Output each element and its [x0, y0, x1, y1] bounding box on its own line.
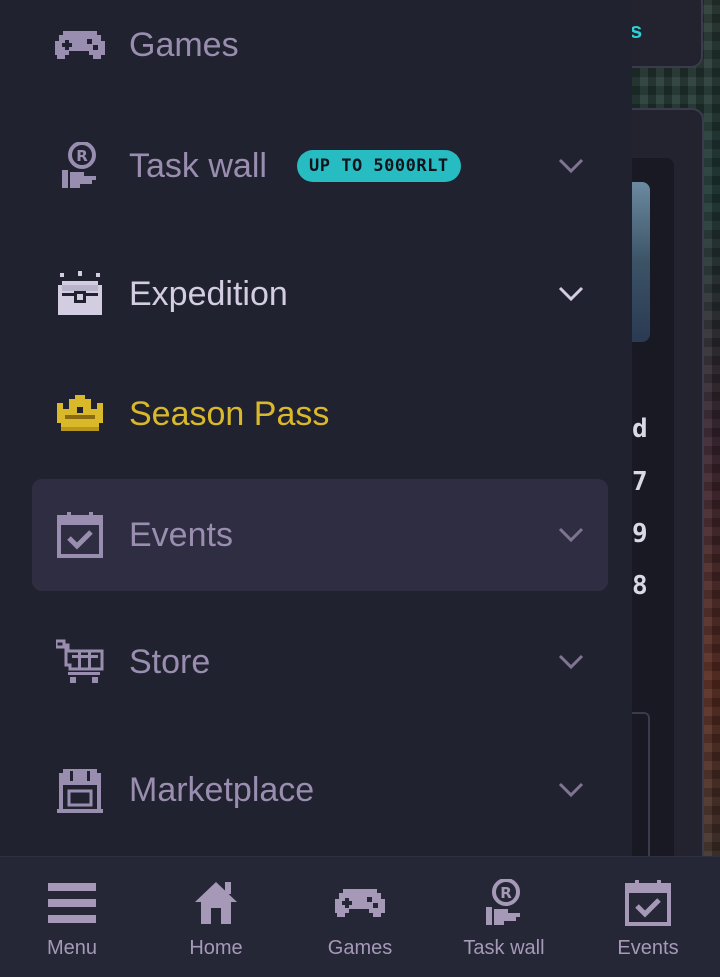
drawer-item-label: Events	[129, 515, 233, 554]
drawer-item-events[interactable]: Events	[32, 479, 608, 591]
drawer-item-games[interactable]: Games	[32, 0, 608, 101]
drawer-item-label: Store	[129, 642, 211, 681]
drawer-item-label: Marketplace	[129, 770, 315, 809]
drawer-item-expedition[interactable]: Expedition	[32, 238, 608, 350]
background-text: 9	[632, 519, 648, 549]
crown-icon	[54, 388, 106, 440]
navigation-drawer: Games R Task wall UP TO 5000RLT Expediti…	[0, 0, 632, 856]
chevron-down-icon	[556, 647, 586, 677]
drawer-item-label: Games	[129, 25, 239, 64]
bottom-nav-task-wall[interactable]: R Task wall	[432, 857, 576, 977]
bottom-nav-label: Home	[189, 937, 243, 959]
drawer-item-season-pass[interactable]: Season Pass	[32, 358, 608, 470]
bottom-nav-home[interactable]: Home	[144, 857, 288, 977]
drawer-item-store[interactable]: Store	[32, 606, 608, 718]
bottom-nav-label: Menu	[46, 937, 98, 959]
chest-icon	[54, 268, 106, 320]
calendar-check-icon	[622, 877, 674, 929]
coin-hand-icon: R	[54, 140, 106, 192]
chevron-down-icon	[556, 151, 586, 181]
bottom-nav-label: Games	[327, 937, 393, 959]
shop-icon	[54, 764, 106, 816]
background-text: d	[632, 414, 648, 444]
chevron-down-icon	[556, 520, 586, 550]
bottom-nav-events[interactable]: Events	[576, 857, 720, 977]
background-text: 7	[632, 467, 648, 497]
bottom-nav-label: Task wall	[463, 937, 545, 959]
chevron-down-icon	[556, 279, 586, 309]
bottom-nav-label: Events	[617, 937, 679, 959]
drawer-item-marketplace[interactable]: Marketplace	[32, 734, 608, 846]
drawer-item-label: Season Pass	[129, 394, 330, 433]
calendar-check-icon	[54, 509, 106, 561]
reward-badge: UP TO 5000RLT	[297, 150, 461, 182]
bottom-nav-bar: Menu Home Games R Task wall Events	[0, 856, 720, 977]
drawer-item-task-wall[interactable]: R Task wall UP TO 5000RLT	[32, 110, 608, 222]
chevron-down-icon	[556, 775, 586, 805]
bottom-nav-games[interactable]: Games	[288, 857, 432, 977]
bottom-nav-menu[interactable]: Menu	[0, 857, 144, 977]
drawer-item-label: Task wall	[129, 146, 267, 185]
house-icon	[190, 877, 242, 929]
hamburger-icon	[46, 877, 98, 929]
coin-hand-icon: R	[478, 877, 530, 929]
gamepad-icon	[334, 877, 386, 929]
svg-text:R: R	[500, 884, 512, 902]
background-text: 8	[632, 571, 648, 601]
svg-text:R: R	[76, 147, 88, 165]
gamepad-icon	[54, 19, 106, 71]
cart-icon	[54, 636, 106, 688]
drawer-item-label: Expedition	[129, 274, 288, 313]
